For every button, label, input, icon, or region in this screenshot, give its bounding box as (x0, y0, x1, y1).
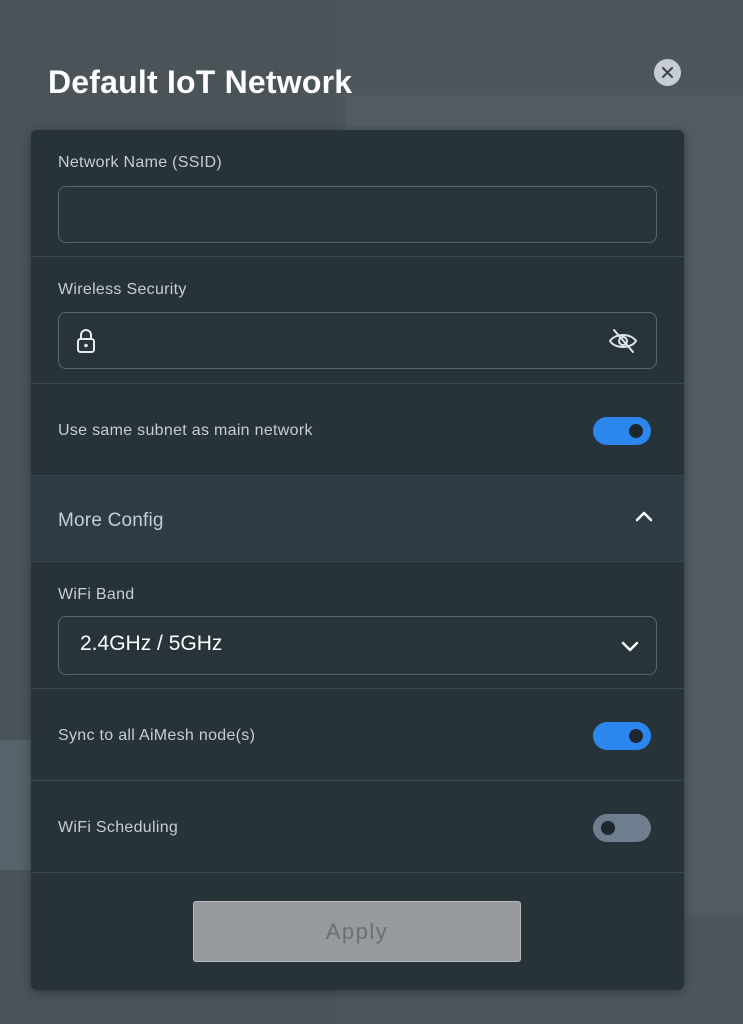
sync-aimesh-toggle[interactable] (593, 722, 651, 750)
network-name-input[interactable] (58, 186, 657, 243)
chevron-down-icon (621, 641, 639, 652)
network-name-section: Network Name (SSID) (31, 130, 684, 257)
sync-aimesh-label: Sync to all AiMesh node(s) (58, 727, 256, 744)
same-subnet-label: Use same subnet as main network (58, 422, 313, 439)
same-subnet-toggle[interactable] (593, 417, 651, 445)
lock-icon (77, 329, 95, 353)
toggle-knob (629, 729, 643, 743)
more-config-header[interactable]: More Config (31, 476, 684, 562)
wifi-band-section: WiFi Band 2.4GHz / 5GHz (31, 562, 684, 689)
network-name-label: Network Name (SSID) (58, 154, 222, 171)
eye-slash-icon[interactable] (608, 328, 638, 354)
wireless-security-label: Wireless Security (58, 281, 187, 298)
more-config-label: More Config (58, 510, 164, 531)
wireless-security-section: Wireless Security (31, 257, 684, 384)
toggle-knob (629, 424, 643, 438)
toggle-knob (601, 821, 615, 835)
apply-button[interactable]: Apply (193, 901, 521, 962)
wifi-band-value: 2.4GHz / 5GHz (80, 632, 223, 655)
close-icon (662, 67, 673, 78)
wifi-scheduling-label: WiFi Scheduling (58, 819, 179, 836)
wifi-scheduling-toggle[interactable] (593, 814, 651, 842)
wifi-band-label: WiFi Band (58, 586, 135, 603)
dialog-title: Default IoT Network (48, 64, 353, 100)
wifi-scheduling-row: WiFi Scheduling (31, 781, 684, 873)
chevron-up-icon (635, 511, 653, 522)
close-button[interactable] (654, 59, 681, 86)
iot-network-dialog: Network Name (SSID) Wireless Security Us… (31, 130, 684, 990)
sync-aimesh-row: Sync to all AiMesh node(s) (31, 689, 684, 781)
wifi-band-select[interactable]: 2.4GHz / 5GHz (58, 616, 657, 675)
same-subnet-row: Use same subnet as main network (31, 384, 684, 476)
wireless-security-input[interactable] (58, 312, 657, 369)
